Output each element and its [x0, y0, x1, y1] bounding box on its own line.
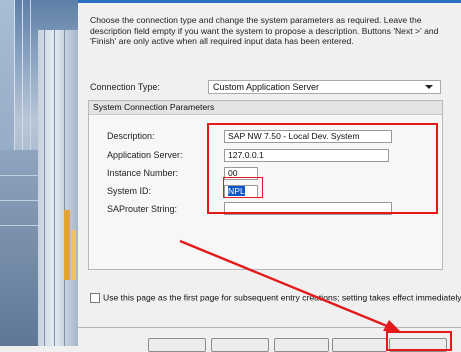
- checkbox-icon[interactable]: [90, 292, 100, 303]
- first-page-checkbox-row[interactable]: Use this page as the first page for subs…: [90, 292, 461, 303]
- footer-separator: [78, 327, 461, 328]
- connection-type-value: Custom Application Server: [213, 82, 320, 92]
- cancel-button[interactable]: [211, 338, 269, 352]
- annotation-finish-box: [386, 331, 452, 351]
- wizard-banner-image: [0, 0, 78, 346]
- instructions-text: Choose the connection type and change th…: [90, 15, 439, 46]
- application-server-label: Application Server:: [107, 150, 183, 160]
- annotation-system-id-box: [223, 177, 263, 198]
- next-button[interactable]: [332, 338, 387, 352]
- first-page-checkbox-label: Use this page as the first page for subs…: [103, 292, 461, 303]
- saprouter-label: SAProuter String:: [107, 204, 178, 214]
- header-bar: [78, 0, 461, 3]
- annotation-highlight-box: [207, 123, 438, 214]
- instance-number-label: Instance Number:: [107, 168, 179, 178]
- connection-type-label: Connection Type:: [90, 82, 160, 92]
- chevron-down-icon[interactable]: [425, 85, 433, 89]
- connection-type-select[interactable]: Custom Application Server: [208, 80, 441, 94]
- system-id-label: System ID:: [107, 186, 152, 196]
- help-button[interactable]: [148, 338, 206, 352]
- back-button[interactable]: [274, 338, 329, 352]
- group-title: System Connection Parameters: [89, 101, 442, 115]
- description-label: Description:: [107, 131, 155, 141]
